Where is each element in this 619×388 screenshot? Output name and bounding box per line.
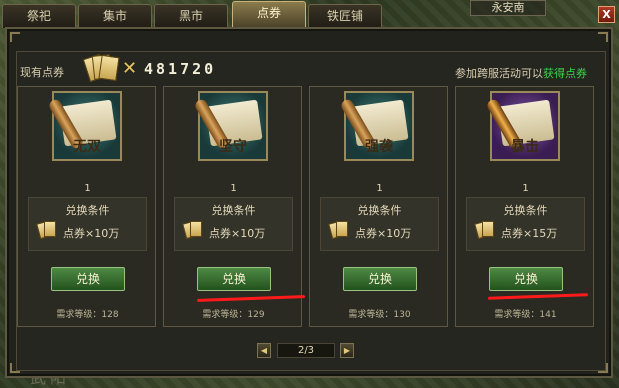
next-page-button[interactable]: ▶ [340,343,354,358]
coupon-ticket-icon [474,220,497,240]
tab-market[interactable]: 集市 [78,4,152,28]
condition-cost: 点券×15万 [501,227,558,240]
tab-blacksmith[interactable]: 铁匠铺 [308,4,382,28]
exchange-card: 强袭 1 兑换条件 点券×10万 兑换 需求等级：130 [309,86,448,327]
tab-sacrifice[interactable]: 祭祀 [2,4,76,28]
item-name: 暴击 [511,139,539,155]
page-indicator: 2/3 [277,343,335,358]
exchange-button[interactable]: 兑换 [51,267,125,291]
item-count: 1 [84,183,91,194]
condition-cost: 点券×10万 [209,227,266,240]
required-level: 需求等级：141 [494,310,557,320]
scroll-icon: 坚守 [193,91,268,161]
item-count: 1 [376,183,383,194]
exchange-condition-box: 兑换条件 点券×10万 [320,197,439,251]
exchange-card: 坚守 1 兑换条件 点券×10万 兑换 需求等级：129 [163,86,302,327]
scroll-icon: 强袭 [339,91,414,161]
item-count: 1 [522,183,529,194]
exchange-button[interactable]: 兑换 [489,267,563,291]
cross-server-note-text: 参加跨服活动可以 [455,67,543,80]
corner-ornament [10,363,20,373]
exchange-button[interactable]: 兑换 [343,267,417,291]
item-name: 无双 [73,139,101,155]
coupon-ticket-icon [36,220,59,240]
close-button[interactable]: X [598,6,615,23]
condition-cost: 点券×10万 [63,227,120,240]
required-level: 需求等级：128 [56,310,119,320]
exchange-card: 无双 1 兑换条件 点券×10万 兑换 需求等级：128 [17,86,156,327]
shop-tabs: 祭祀 集市 黑市 点券 铁匠铺 [0,0,619,28]
condition-title: 兑换条件 [357,204,402,217]
tab-black-market[interactable]: 黑市 [154,4,228,28]
corner-ornament [598,363,608,373]
condition-title: 兑换条件 [211,204,256,217]
coupon-amount: 481720 [144,60,217,78]
tab-coupon[interactable]: 点券 [232,1,306,28]
corner-ornament [598,32,608,42]
exchange-condition-box: 兑换条件 点券×15万 [466,197,585,251]
current-coupons-label: 现有点券 [20,66,64,79]
scroll-icon: 无双 [47,91,122,161]
exchange-card: 暴击 1 兑换条件 点券×15万 兑换 需求等级：141 [455,86,594,327]
required-level: 需求等级：129 [202,310,265,320]
condition-title: 兑换条件 [503,204,548,217]
pagination: ◀ 2/3 ▶ [257,343,355,359]
prev-page-button[interactable]: ◀ [257,343,271,358]
cross-server-note: 参加跨服活动可以获得点券 [455,65,587,81]
condition-cost: 点券×10万 [355,227,412,240]
get-coupons-link[interactable]: 获得点券 [543,67,587,80]
corner-ornament [10,32,20,42]
item-name: 强袭 [365,139,393,155]
item-count: 1 [230,183,237,194]
exchange-condition-box: 兑换条件 点券×10万 [28,197,147,251]
item-name: 坚守 [219,139,247,155]
required-level: 需求等级：130 [348,310,411,320]
coupon-ticket-icon [82,53,120,83]
exchange-button[interactable]: 兑换 [197,267,271,291]
coupon-ticket-icon [328,220,351,240]
coupon-ticket-icon [182,220,205,240]
scroll-icon: 暴击 [485,91,560,161]
exchange-condition-box: 兑换条件 点券×10万 [174,197,293,251]
condition-title: 兑换条件 [65,204,110,217]
times-icon: ✕ [122,58,138,79]
